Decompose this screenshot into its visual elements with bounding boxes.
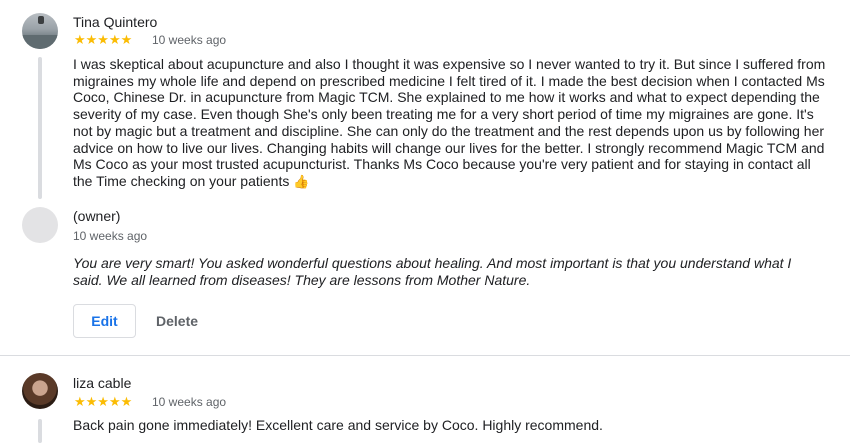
avatar[interactable] <box>22 373 58 409</box>
review-author[interactable]: liza cable <box>73 375 131 391</box>
edit-reply-button[interactable]: Edit <box>73 304 136 338</box>
thumbs-up-icon: 👍 <box>293 173 310 189</box>
star-rating: ★★★★★ <box>74 32 133 47</box>
review-body: I was skeptical about acupuncture and al… <box>73 56 826 189</box>
review-timestamp: 10 weeks ago <box>152 33 227 47</box>
review-text: Back pain gone immediately! Excellent ca… <box>73 417 603 433</box>
review-author[interactable]: Tina Quintero <box>73 14 157 30</box>
review-timestamp: 10 weeks ago <box>152 395 227 409</box>
avatar-photo-figure <box>38 16 44 24</box>
star-rating: ★★★★★ <box>74 394 133 409</box>
avatar-photo-ground <box>22 35 58 49</box>
avatar[interactable] <box>22 13 58 49</box>
thread-line <box>38 419 42 443</box>
thread-line <box>38 57 42 199</box>
review-divider <box>0 355 850 356</box>
owner-reply-text: You are very smart! You asked wonderful … <box>73 255 792 288</box>
delete-reply-button[interactable]: Delete <box>156 304 198 338</box>
owner-label: (owner) <box>73 208 121 224</box>
owner-avatar <box>22 207 58 243</box>
owner-reply-timestamp: 10 weeks ago <box>73 229 148 243</box>
review-text: I was skeptical about acupuncture and al… <box>73 56 833 191</box>
